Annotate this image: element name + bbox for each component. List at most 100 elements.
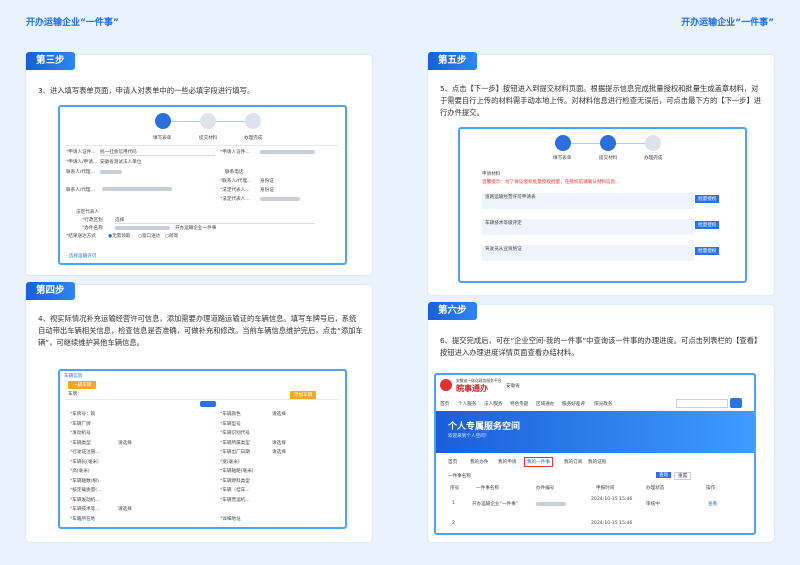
batch-auth-button[interactable]: 批量授权 [695, 195, 720, 203]
table-cell: 审核中 [646, 502, 660, 507]
portal-search-input[interactable] [676, 399, 728, 408]
vehicle-field-label: *车辆颜色 [220, 412, 241, 417]
tab-home[interactable]: 首页 [448, 459, 457, 465]
nav-item[interactable]: 个人服务 [458, 401, 476, 407]
vehicle-field-select[interactable]: 请选择 [272, 411, 286, 417]
query-button[interactable]: 查询 [656, 472, 672, 478]
step4-desc: 4、视实际情况补充运输经营许可信息，添加需要办理道路运输证的车辆信息。填写车牌号… [38, 314, 363, 347]
progress-dot-2 [600, 135, 616, 151]
materials-notice: 温馨提示：为了保证授权批量授权批量，在授权前请确认材料信息... [482, 180, 620, 185]
vehicle-field-label: *行驶证注册... [70, 450, 100, 455]
tab-my-cases[interactable]: 我的办件 [470, 459, 488, 465]
search-button[interactable] [730, 398, 742, 408]
table-cell: 2024-10-15 15:46 [591, 497, 633, 502]
field-select[interactable]: 统一社会信用代码 [100, 149, 215, 156]
field-select[interactable]: 选择 [115, 217, 315, 224]
step3-card: 第三步 3、进入填写表单页面，申请人对表单中的一些必填字段进行填写。 填写表单 … [26, 52, 372, 275]
nav-item[interactable]: 区域通办 [536, 401, 554, 407]
vehicle-field-label: *车辆长(毫米) [70, 459, 99, 465]
field-value: 安徽省测试法人单位 [100, 160, 142, 165]
field-label: *行政区划 [82, 218, 103, 223]
tab-my-one-thing[interactable]: 我的一件事 [524, 457, 553, 467]
batch-auth-button[interactable]: 批量授权 [695, 221, 720, 229]
field-value: 开办运输企业一件事 [175, 226, 217, 231]
progress-dot-3 [245, 113, 261, 129]
vehicle-field-label: *车辆厂牌 [70, 421, 91, 427]
tab-my-subscriptions[interactable]: 我的订阅 [564, 459, 582, 465]
vehicle-field-select[interactable]: 请选择 [118, 440, 132, 446]
page-header: 开办运输企业“一件事” 开办运输企业“一件事” [0, 0, 800, 30]
table-cell: 2 [452, 521, 455, 526]
table-header: 操作 [706, 486, 716, 491]
table-cell: 1 [452, 501, 455, 506]
banner-title: 个人专属服务空间 [448, 422, 521, 432]
region-select[interactable]: 安徽省 [506, 383, 520, 389]
step4-card: 第四步 4、视实际情况补充运输经营许可信息，添加需要办理道路运输证的车辆信息。填… [26, 282, 372, 542]
field-label: 法定代表人 [76, 210, 99, 215]
progress-label-3: 办理完成 [644, 156, 663, 161]
nav-item[interactable]: 特色专题 [510, 401, 528, 407]
vehicle-field-label: *车辆燃料类型 [220, 478, 250, 484]
step5-card: 第五步 5、点击【下一步】按钮进入到提交材料页面。根据提示信息完成批量授权和批量… [428, 52, 774, 295]
vehicle-tab[interactable]: 一辆车辆 [68, 381, 97, 389]
step6-desc: 6、提交完成后，可在“企业空间-我的一件事”中查询该一件事的办理进度。可点击列表… [440, 336, 762, 357]
material-item: 驾驶员从业资格证 [482, 245, 694, 261]
progress-dot-3 [645, 135, 661, 151]
table-header: 申报时间 [596, 486, 615, 491]
table-header: 一件事名称 [476, 486, 499, 491]
radio-option[interactable]: ●无需领取 [108, 233, 130, 239]
table-header: 办理状态 [646, 486, 665, 491]
progress-label-3: 办理完成 [244, 136, 263, 141]
vehicle-field-label: *车籍所在地 [70, 516, 96, 522]
material-item: 道路运输经营许可申请表 [482, 193, 694, 209]
form-footer: · 选择运输许可 [66, 254, 97, 259]
vehicle-field-label: *车辆发动机... [70, 497, 100, 503]
vehicle-field-select[interactable]: 请选择 [272, 440, 286, 446]
nav-item[interactable]: 服务好差评 [562, 401, 585, 407]
batch-auth-button[interactable]: 批量授权 [695, 247, 720, 255]
reset-button[interactable]: 重置 [674, 472, 692, 480]
vehicle-field-select[interactable]: 请选择 [272, 449, 286, 455]
vehicle-field-label: *车辆（挂车... [220, 488, 250, 493]
vehicle-field-label: *高(毫米) [70, 469, 90, 474]
vehicle-field-label: *车辆技术等... [70, 507, 100, 512]
field-label: *法定代表人... [220, 197, 250, 202]
nav-item[interactable]: 首页 [440, 401, 449, 407]
progress-dot-1 [155, 113, 171, 129]
progress-label-1: 填写表单 [153, 136, 172, 141]
filter-label: 一件事名称 [448, 474, 471, 479]
progress-label-2: 提交材料 [199, 136, 218, 141]
fetch-button[interactable] [200, 401, 216, 407]
radio-option[interactable]: ○邮寄 [165, 233, 178, 239]
step6-label: 第六步 [428, 302, 477, 320]
table-header: 办件编号 [536, 486, 555, 491]
plate-label: 车牌： [68, 392, 82, 397]
add-vehicle-button[interactable]: 添加车辆 [290, 391, 317, 399]
step3-desc: 3、进入填写表单页面，申请人对表单中的一些必填字段进行填写。 [38, 86, 255, 95]
portal-logo-icon [440, 379, 452, 391]
field-label: 联系人/代理... [66, 170, 95, 175]
step3-label: 第三步 [26, 52, 75, 70]
material-item: 车辆技术等级评定 [482, 219, 694, 235]
vehicle-field-label: *车牌号：皖 [70, 412, 96, 417]
radio-option[interactable]: ○窗口送达 [138, 233, 160, 239]
field-label: *申请人/申请... [66, 160, 98, 165]
step5-screenshot: 填写表单 提交材料 办理完成 申请材料 温馨提示：为了保证授权批量授权批量，在授… [458, 127, 747, 283]
step6-card: 第六步 6、提交完成后，可在“企业空间-我的一件事”中查询该一件事的办理进度。可… [428, 302, 774, 542]
step4-screenshot: 车辆信息 一辆车辆 车牌： 添加车辆 *车牌号：皖 *车辆颜色 请选择 *车辆厂牌 *车… [58, 369, 347, 529]
vehicle-field-select[interactable]: 请选择 [118, 506, 132, 512]
step5-label: 第五步 [428, 52, 477, 70]
field-value: 身份证 [260, 179, 274, 184]
vehicle-field-label: *车辆类型 [70, 440, 91, 446]
header-title-left: 开办运输企业“一件事” [26, 18, 119, 28]
vehicle-field-label: *车辆识别代号 [220, 431, 250, 436]
tab-my-licenses[interactable]: 我的证照 [588, 459, 606, 465]
nav-item[interactable]: 法人服务 [484, 401, 502, 407]
progress-label-2: 提交材料 [599, 156, 618, 161]
view-link[interactable]: 查看 [708, 501, 717, 507]
vehicle-field-label: *宽(毫米) [220, 459, 240, 465]
tab-my-applications[interactable]: 我的申请 [498, 459, 516, 465]
nav-item[interactable]: 阳光政务 [594, 401, 612, 407]
vehicle-field-label: *车辆所属类型 [220, 440, 250, 446]
progress-label-1: 填写表单 [553, 156, 572, 161]
